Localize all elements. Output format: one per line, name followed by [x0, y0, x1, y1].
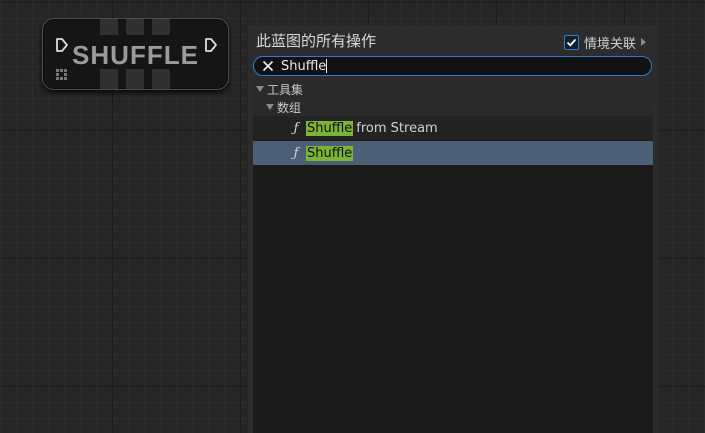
- list-item[interactable]: ƒ Shuffle from Stream: [253, 116, 653, 140]
- search-input[interactable]: Shuffle: [281, 59, 326, 74]
- list-item-selected[interactable]: ƒ Shuffle: [253, 141, 653, 165]
- text-caret: [326, 59, 328, 73]
- item-label-rest: from Stream: [356, 120, 438, 136]
- shuffle-node[interactable]: SHUFFLE: [42, 18, 229, 90]
- function-icon: ƒ: [293, 145, 299, 161]
- search-box[interactable]: Shuffle: [253, 56, 652, 76]
- chevron-right-icon[interactable]: [641, 38, 646, 46]
- action-menu: 此蓝图的所有操作 情境关联 Shuffle 工具集 数组 ƒ Shuffle f…: [248, 25, 658, 433]
- match-highlight: Shuffle: [306, 120, 354, 136]
- node-title: SHUFFLE: [72, 40, 199, 70]
- category-label: 数组: [277, 100, 302, 115]
- category-label: 工具集: [267, 82, 304, 97]
- function-icon: ƒ: [293, 120, 299, 136]
- expand-arrow-icon[interactable]: [256, 86, 264, 92]
- category-tools[interactable]: 工具集: [253, 80, 656, 98]
- grid-dots-icon: [56, 69, 67, 80]
- category-array[interactable]: 数组: [253, 98, 653, 116]
- match-highlight: Shuffle: [306, 145, 354, 161]
- context-sensitive-label: 情境关联: [583, 36, 636, 52]
- expand-arrow-icon[interactable]: [266, 104, 274, 110]
- checkbox-checked-icon[interactable]: [563, 34, 579, 50]
- menu-title: 此蓝图的所有操作: [256, 32, 377, 50]
- close-icon[interactable]: [257, 57, 279, 75]
- action-tree: 工具集 数组 ƒ Shuffle from Stream ƒ Shuffle: [253, 80, 656, 433]
- context-sensitive-toggle[interactable]: 情境关联: [563, 34, 646, 52]
